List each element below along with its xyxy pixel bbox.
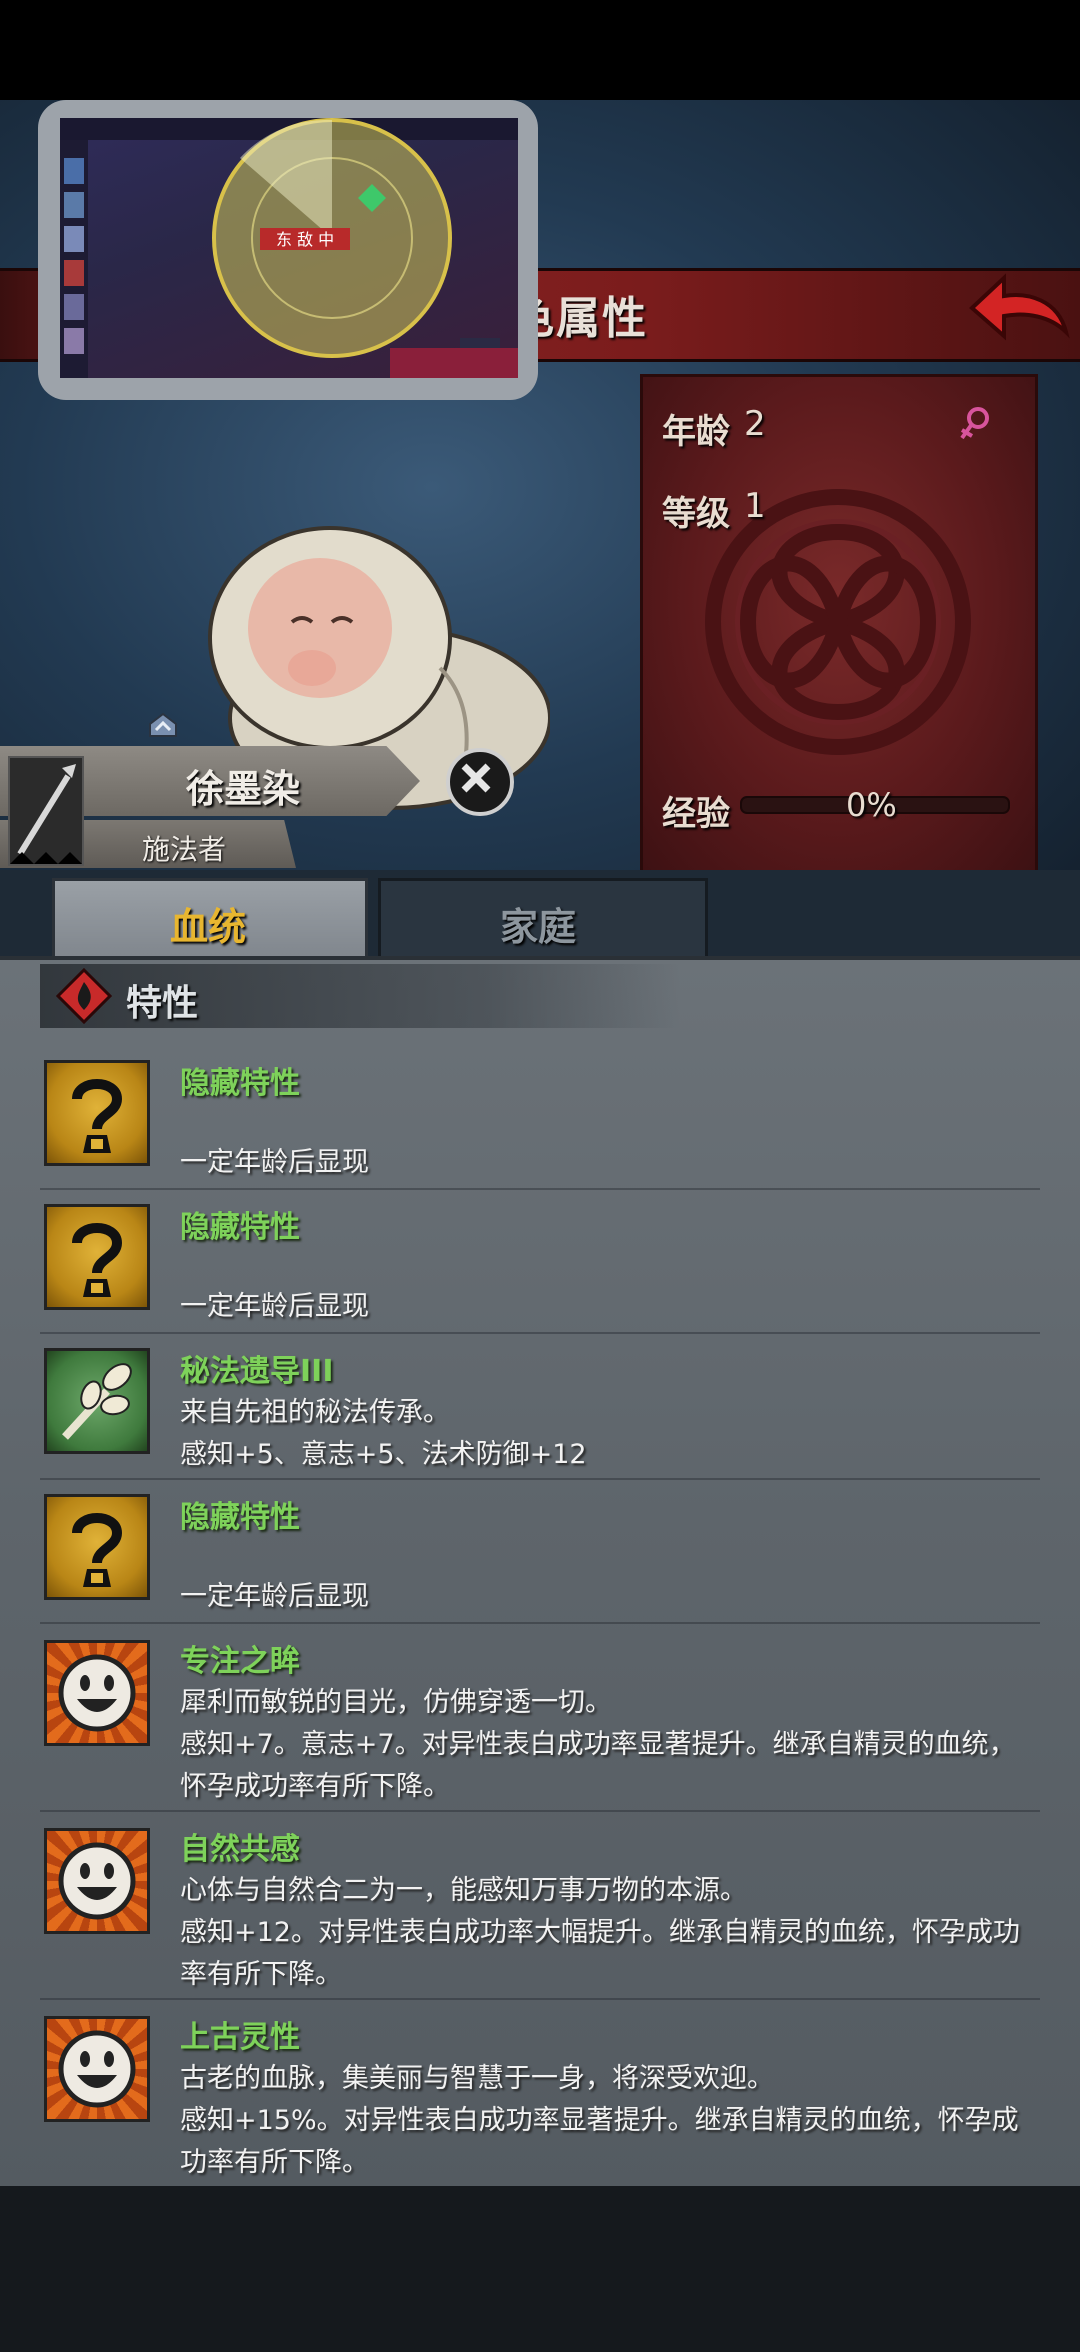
smiley-icon[interactable] (44, 1828, 150, 1934)
age-label: 年龄 (662, 412, 730, 452)
section-title: 特性 (126, 983, 199, 1024)
trait-line: 古老的血脉，集美丽与智慧于一身，将深受欢迎。 (180, 2063, 774, 2094)
character-class: 施法者 (142, 833, 227, 866)
trait-line: 功率有所下降。 (180, 2147, 369, 2178)
thumbnail-preview: 东 敌 中 (60, 118, 518, 378)
female-icon (960, 407, 989, 440)
trait-title: 隐藏特性 (180, 1210, 300, 1245)
close-button[interactable] (446, 748, 514, 816)
divider (40, 1998, 1040, 2000)
flame-icon (56, 968, 112, 1024)
question-icon[interactable] (44, 1204, 150, 1310)
trait-title: 隐藏特性 (180, 1066, 300, 1101)
trait-line: 来自先祖的秘法传承。 (180, 1397, 450, 1428)
exp-label: 经验 (662, 794, 730, 834)
smiley-icon[interactable] (44, 1640, 150, 1746)
divider (40, 1810, 1040, 1812)
tab-bloodline-label: 血统 (170, 905, 247, 949)
exp-value: 0% (846, 786, 897, 824)
divider (40, 1622, 1040, 1624)
spear-flag-icon (8, 756, 84, 866)
trait-line: 怀孕成功率有所下降。 (180, 1771, 450, 1802)
knot-emblem-icon (705, 489, 971, 755)
level-label: 等级 (662, 494, 730, 534)
back-arrow-icon[interactable] (968, 270, 1072, 350)
trait-list-panel (0, 956, 1080, 2190)
question-icon[interactable] (44, 1060, 150, 1166)
trait-line: 心体与自然合二为一，能感知万事万物的本源。 (180, 1875, 747, 1906)
thumbnail-scene-icon: 东 敌 中 (60, 118, 518, 378)
divider (40, 1332, 1040, 1334)
trait-line: 感知+7。意志+7。对异性表白成功率显著提升。继承自精灵的血统， (180, 1729, 1016, 1760)
leaf-branch-icon[interactable] (44, 1348, 150, 1454)
character-name[interactable]: 徐墨染 (186, 758, 300, 813)
tab-family-label: 家庭 (500, 905, 577, 949)
trait-title: 专注之眸 (180, 1644, 300, 1679)
trait-line: 一定年龄后显现 (180, 1291, 369, 1322)
question-icon[interactable] (44, 1494, 150, 1600)
trait-line: 一定年龄后显现 (180, 1147, 369, 1178)
trait-line: 感知+12。对异性表白成功率大幅提升。继承自精灵的血统，怀孕成功 (180, 1917, 1020, 1948)
status-bar-area (0, 0, 1080, 100)
trait-line: 一定年龄后显现 (180, 1581, 369, 1612)
thumbnail-banner-text: 东 敌 中 (276, 230, 334, 249)
rank-chevron-icon (149, 712, 177, 737)
age-value: 2 (744, 404, 766, 444)
trait-title: 隐藏特性 (180, 1500, 300, 1535)
divider (40, 1188, 1040, 1190)
trait-title: 上古灵性 (180, 2020, 300, 2055)
smiley-icon[interactable] (44, 2016, 150, 2122)
trait-line: 率有所下降。 (180, 1959, 342, 1990)
bottom-bar (0, 2186, 1080, 2352)
divider (40, 1478, 1040, 1480)
level-value: 1 (744, 486, 766, 526)
close-icon (461, 763, 491, 793)
trait-line: 感知+5、意志+5、法术防御+12 (180, 1439, 587, 1470)
trait-title: 秘法遗导III (180, 1354, 334, 1389)
trait-line: 犀利而敏锐的目光，仿佛穿透一切。 (180, 1687, 612, 1718)
trait-title: 自然共感 (180, 1832, 300, 1867)
trait-line: 感知+15%。对异性表白成功率显著提升。继承自精灵的血统，怀孕成 (180, 2105, 1019, 2136)
